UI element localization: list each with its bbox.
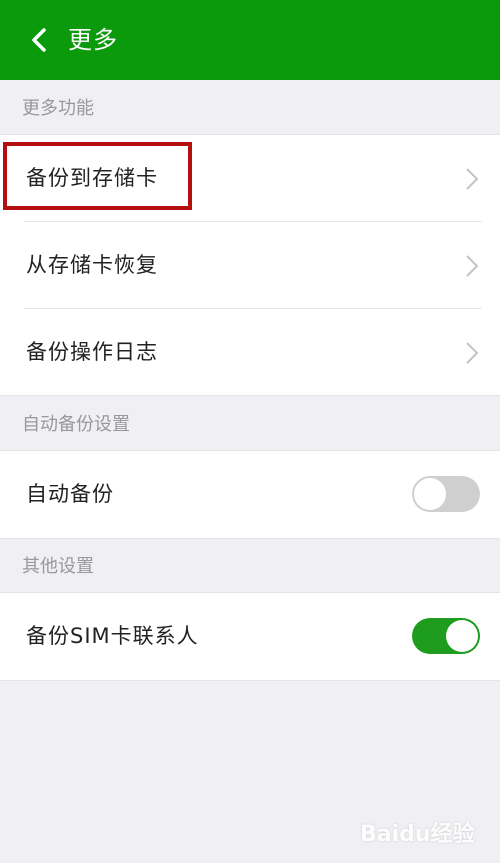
section-header-more-functions: 更多功能 [0, 97, 500, 121]
toggle-knob [446, 620, 478, 652]
back-button[interactable] [22, 20, 62, 60]
section-title: 自动备份设置 [22, 414, 130, 435]
section-title: 其他设置 [22, 556, 94, 577]
auto-backup-item: 自动备份 [0, 451, 500, 538]
page-title: 更多 [68, 26, 118, 54]
chevron-right-icon [466, 168, 479, 190]
toggle-knob [414, 478, 446, 510]
section-header-other-settings: 其他设置 [0, 555, 500, 579]
section-header-auto-backup: 自动备份设置 [0, 413, 500, 437]
chevron-right-icon [466, 342, 479, 364]
item-label: 备份SIM卡联系人 [26, 624, 199, 648]
watermark-text: Baidu经验 [360, 822, 475, 847]
auto-backup-group: 自动备份 [0, 450, 500, 539]
item-label: 备份到存储卡 [26, 166, 158, 190]
item-label: 备份操作日志 [26, 340, 158, 364]
backup-sim-contacts-item: 备份SIM卡联系人 [0, 593, 500, 680]
other-settings-group: 备份SIM卡联系人 [0, 592, 500, 681]
backup-to-sdcard-item[interactable]: 备份到存储卡 [0, 135, 500, 222]
restore-from-sdcard-item[interactable]: 从存储卡恢复 [0, 222, 500, 309]
backup-sim-contacts-toggle[interactable] [412, 618, 480, 654]
chevron-right-icon [466, 255, 479, 277]
item-label: 自动备份 [26, 482, 114, 506]
auto-backup-toggle[interactable] [412, 476, 480, 512]
baidu-jingyan-watermark: Baidu经验 [360, 808, 490, 858]
chevron-left-icon [32, 28, 46, 52]
section-title: 更多功能 [22, 98, 94, 119]
app-header: 更多 [0, 0, 500, 80]
backup-log-item[interactable]: 备份操作日志 [0, 309, 500, 395]
item-label: 从存储卡恢复 [26, 253, 158, 277]
more-functions-group: 备份到存储卡 从存储卡恢复 备份操作日志 [0, 134, 500, 396]
